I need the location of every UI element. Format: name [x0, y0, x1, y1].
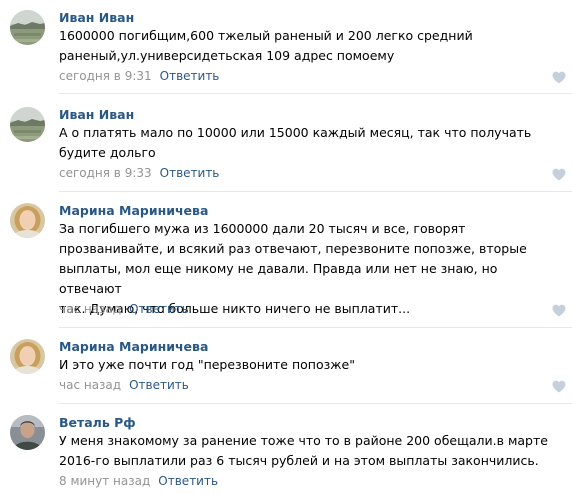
comment-meta: 8 минут назад Ответить [59, 473, 218, 489]
comment-text: У меня знакомому за ранение тоже что то … [59, 433, 548, 468]
woman-photo-avatar [10, 339, 45, 374]
comment-meta: сегодня в 9:33 Ответить [59, 165, 219, 181]
comment-divider [59, 93, 572, 94]
reply-button[interactable]: Ответить [160, 166, 220, 180]
comment-time[interactable]: 8 минут назад [59, 474, 150, 488]
comment-divider [59, 191, 572, 192]
comment-text: 1600000 погибщим,600 тжелый раненый и 20… [59, 28, 473, 63]
comment-author[interactable]: Иван Иван [59, 107, 134, 123]
comment-author[interactable]: Иван Иван [59, 10, 134, 26]
heart-icon[interactable] [552, 304, 566, 317]
comment-time[interactable]: час назад [59, 302, 121, 316]
comment-divider [59, 327, 572, 328]
heart-icon[interactable] [552, 380, 566, 393]
reply-button[interactable]: Ответить [158, 474, 218, 488]
heart-icon[interactable] [552, 71, 566, 84]
avatar[interactable] [10, 10, 45, 45]
reply-button[interactable]: Ответить [129, 378, 189, 392]
comment-author[interactable]: Веталь Рф [59, 415, 136, 431]
avatar[interactable] [10, 339, 45, 374]
avatar[interactable] [10, 415, 45, 450]
comment-time[interactable]: сегодня в 9:33 [59, 166, 152, 180]
comment-meta: сегодня в 9:31 Ответить [59, 68, 219, 84]
comment-text: И это уже почти год "перезвоните попозже… [59, 357, 355, 372]
heart-icon[interactable] [552, 168, 566, 181]
comment-time[interactable]: сегодня в 9:31 [59, 69, 152, 83]
comment-text: А о платять мало по 10000 или 15000 кажд… [59, 125, 532, 160]
avatar[interactable] [10, 107, 45, 142]
reply-button[interactable]: Ответить [160, 69, 220, 83]
comment-divider [59, 403, 572, 404]
comment-meta: час назад Ответить [59, 377, 189, 393]
comment-author[interactable]: Марина Мариничева [59, 339, 208, 355]
landscape-photo-avatar [10, 107, 45, 142]
avatar[interactable] [10, 203, 45, 238]
comment-meta: час назад Ответить [59, 301, 189, 317]
reply-button[interactable]: Ответить [129, 302, 189, 316]
comment-author[interactable]: Марина Мариничева [59, 203, 208, 219]
man-photo-avatar [10, 415, 45, 450]
woman-photo-avatar [10, 203, 45, 238]
comment-time[interactable]: час назад [59, 378, 121, 392]
landscape-photo-avatar [10, 10, 45, 45]
